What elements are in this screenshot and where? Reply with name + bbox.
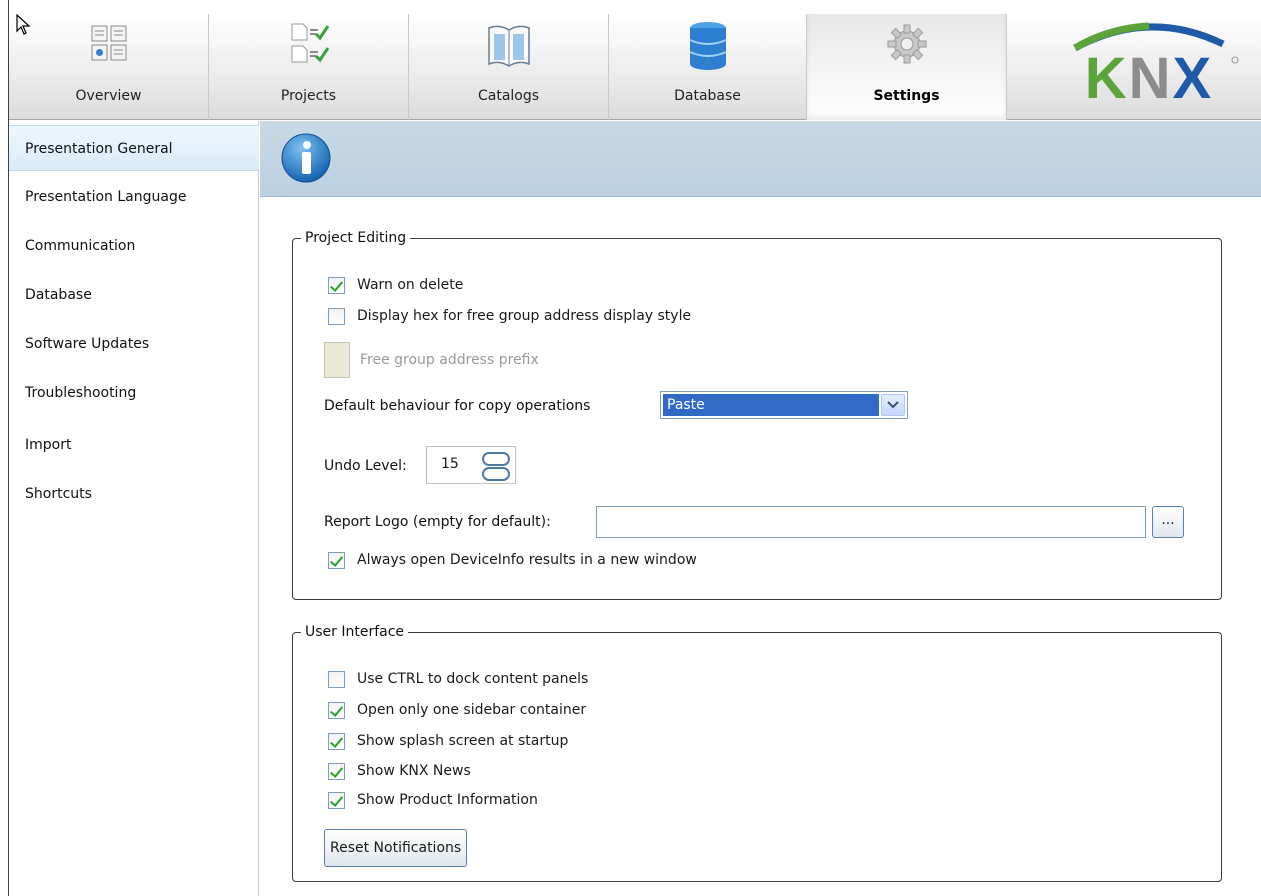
ctrl-dock-label: Use CTRL to dock content panels [357,671,589,687]
knx-news-checkbox[interactable] [328,762,345,780]
sidebar-item-troubleshooting[interactable]: Troubleshooting [9,370,259,416]
tab-settings[interactable]: Settings [807,14,1007,120]
sidebar-item-import[interactable]: Import [9,422,259,468]
catalogs-icon [487,25,530,67]
svg-text:KNX: KNX [1085,46,1213,111]
sidebar-item-presentation-language[interactable]: Presentation Language [9,174,259,220]
ui-option-product-info[interactable]: Show Product Information [328,790,538,810]
ui-option-knx-news[interactable]: Show KNX News [328,761,471,781]
open-deviceinfo-option[interactable]: Always open DeviceInfo results in a new … [328,550,697,570]
open-deviceinfo-checkbox[interactable] [328,551,345,569]
tab-projects-label: Projects [280,88,337,104]
knx-logo: KNX [1073,22,1239,111]
tab-catalogs[interactable]: Catalogs [409,14,609,120]
ctrl-dock-checkbox[interactable] [328,670,345,688]
gear-icon [887,24,926,64]
splash-label: Show splash screen at startup [357,733,569,749]
open-deviceinfo-label: Always open DeviceInfo results in a new … [357,552,697,568]
tab-overview-label: Overview [75,88,142,104]
projects-icon [291,23,329,63]
tab-database[interactable]: Database [609,14,807,120]
undo-level-label: Undo Level: [324,458,407,474]
one-sidebar-label: Open only one sidebar container [357,702,587,718]
warn-on-delete-checkbox[interactable] [328,276,345,294]
user-interface-title: User Interface [301,624,409,640]
tab-settings-label: Settings [873,88,940,104]
warn-on-delete-option[interactable]: Warn on delete [328,275,463,295]
spin-down-button[interactable] [482,467,510,481]
copy-behaviour-label: Default behaviour for copy operations [324,398,591,414]
display-hex-label: Display hex for free group address displ… [357,308,692,324]
chevron-down-icon[interactable] [881,394,905,416]
info-header [260,121,1261,197]
splash-checkbox[interactable] [328,732,345,750]
knx-news-label: Show KNX News [357,763,471,779]
ui-option-ctrl-dock[interactable]: Use CTRL to dock content panels [328,669,588,689]
tab-database-label: Database [674,88,741,104]
sidebar-item-shortcuts[interactable]: Shortcuts [9,471,259,517]
overview-icon [91,25,126,61]
tab-overview[interactable]: Overview [9,14,209,120]
product-info-label: Show Product Information [357,792,538,808]
reset-notifications-button[interactable]: Reset Notifications [324,829,468,867]
report-logo-label: Report Logo (empty for default): [324,514,551,530]
display-hex-option[interactable]: Display hex for free group address displ… [328,306,691,326]
display-hex-checkbox[interactable] [328,307,345,325]
product-info-checkbox[interactable] [328,791,345,809]
copy-behaviour-select[interactable]: Paste [660,391,908,419]
copy-behaviour-value: Paste [663,394,879,416]
sidebar-item-communication[interactable]: Communication [9,223,259,269]
browse-button[interactable]: ... [1152,506,1184,538]
one-sidebar-checkbox[interactable] [328,701,345,719]
project-editing-title: Project Editing [301,230,411,246]
sidebar-item-software-updates[interactable]: Software Updates [9,321,259,367]
sidebar-item-database[interactable]: Database [9,272,259,318]
mouse-cursor-icon [16,14,31,35]
spin-up-button[interactable] [482,452,510,466]
warn-on-delete-label: Warn on delete [357,277,464,293]
info-icon [281,133,331,183]
undo-level-value: 15 [441,456,459,472]
undo-level-spinner[interactable]: 15 [426,446,516,484]
free-prefix-field [324,342,350,378]
database-icon [689,22,726,70]
main-toolbar: Overview Projects Catalogs Database Sett… [9,14,1261,120]
sidebar-item-presentation-general[interactable]: Presentation General [9,125,259,171]
report-logo-input[interactable] [596,506,1146,538]
settings-sidebar: Presentation General Presentation Langua… [9,121,259,896]
free-prefix-label: Free group address prefix [360,352,539,368]
tab-projects[interactable]: Projects [209,14,409,120]
ui-option-one-sidebar[interactable]: Open only one sidebar container [328,700,586,720]
ui-option-splash[interactable]: Show splash screen at startup [328,731,568,751]
tab-catalogs-label: Catalogs [477,88,540,104]
